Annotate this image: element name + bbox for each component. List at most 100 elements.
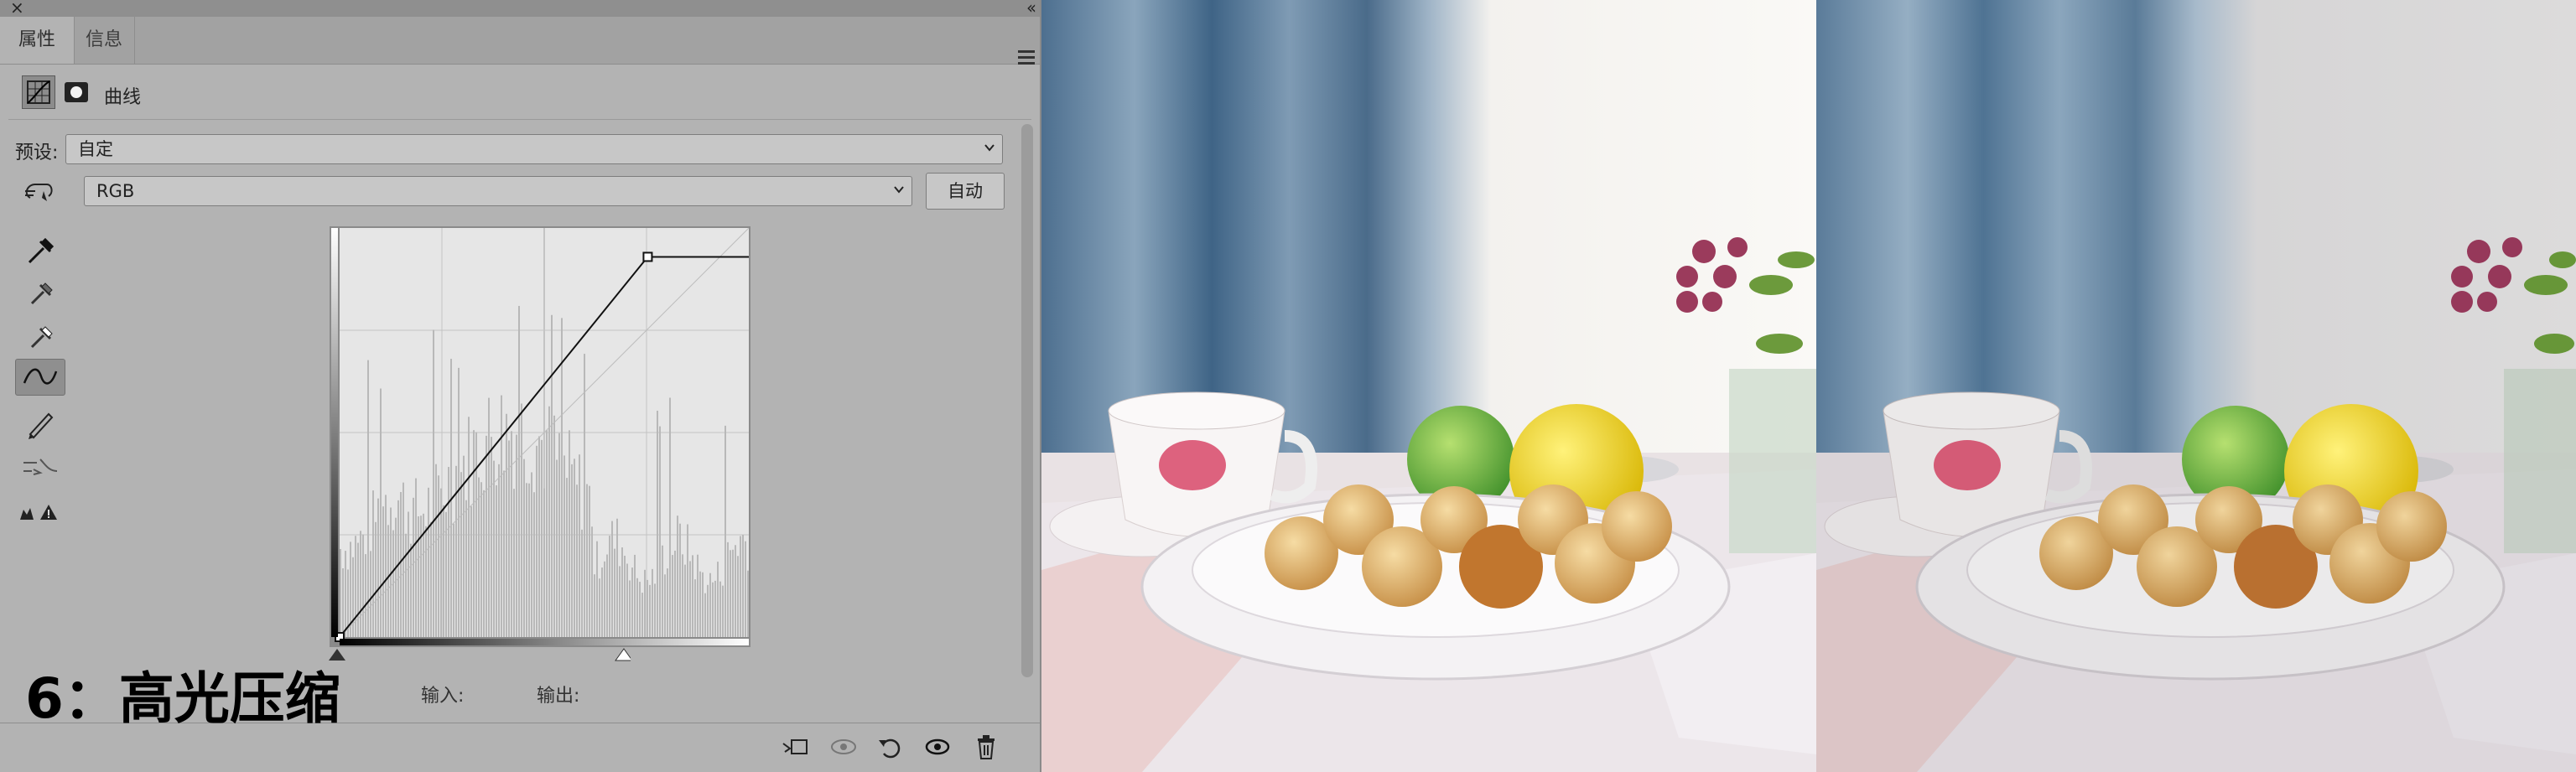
histogram-bar <box>553 415 555 637</box>
histogram-bar <box>400 491 402 637</box>
view-previous-icon[interactable] <box>828 732 859 762</box>
histogram-bar <box>516 434 517 637</box>
panel-scrollbar[interactable] <box>1021 124 1033 677</box>
draw-curve-icon[interactable] <box>15 404 65 441</box>
chevron-down-icon <box>984 144 995 152</box>
panel-menu-icon[interactable] <box>1018 50 1035 68</box>
histogram-bar <box>730 550 731 637</box>
clipping-warning-icon[interactable] <box>15 491 65 528</box>
histogram-bar <box>647 579 648 637</box>
histogram-bar <box>508 440 510 637</box>
histogram-bar <box>413 497 414 637</box>
histogram-bar <box>719 581 721 637</box>
histogram-bar <box>702 572 704 637</box>
histogram-bar <box>672 555 673 637</box>
curves-graph[interactable] <box>330 226 750 647</box>
histogram-bar <box>599 578 600 637</box>
histogram-bar <box>491 437 492 637</box>
histogram-bar <box>629 580 631 637</box>
histogram-bar <box>556 459 558 637</box>
histogram-bar <box>533 492 535 637</box>
mask-icon[interactable] <box>64 80 89 104</box>
histogram-bar <box>453 523 454 637</box>
tab-info[interactable]: 信息 <box>74 17 135 64</box>
close-icon[interactable]: × <box>10 0 24 18</box>
histogram-bar <box>443 505 444 637</box>
on-image-adjust-icon[interactable] <box>18 174 69 211</box>
histogram-bar <box>498 464 500 637</box>
black-point-eyedropper-icon[interactable] <box>15 230 65 267</box>
white-input-slider[interactable] <box>615 648 631 661</box>
histogram-bar <box>433 329 434 637</box>
histogram-bar <box>596 541 598 637</box>
histogram-bar <box>732 549 734 637</box>
white-point-eyedropper-icon[interactable] <box>15 317 65 354</box>
histogram-bar <box>345 551 346 637</box>
histogram-bar <box>641 593 643 637</box>
output-label: 输出: <box>537 686 580 707</box>
preset-select[interactable]: 自定 <box>65 134 1003 164</box>
tab-properties[interactable]: 属性 <box>0 17 75 64</box>
histogram-bar <box>496 484 497 637</box>
channel-select[interactable]: RGB <box>84 176 912 206</box>
histogram-bar <box>551 314 553 637</box>
histogram-bar <box>528 483 530 637</box>
histogram-bar <box>548 406 550 637</box>
histogram-bar <box>357 542 359 637</box>
preset-label: 预设: <box>15 142 59 163</box>
histogram-bar <box>340 548 341 637</box>
histogram-bar <box>689 561 691 637</box>
histogram-bar <box>589 485 590 637</box>
histogram-bar <box>609 536 610 637</box>
histogram-bar <box>475 432 477 637</box>
edit-points-icon[interactable] <box>15 359 65 396</box>
visibility-icon[interactable] <box>922 732 953 762</box>
histogram-bar <box>460 472 462 637</box>
histogram-bar <box>697 554 699 637</box>
histogram-bar <box>521 403 522 637</box>
histogram-bar <box>644 569 646 637</box>
histogram-bar <box>478 477 480 637</box>
gray-point-eyedropper-icon[interactable] <box>15 273 65 310</box>
reset-icon[interactable] <box>875 732 906 762</box>
histogram-bar <box>604 561 605 637</box>
histogram-bar <box>342 567 344 637</box>
histogram-bar <box>360 531 361 637</box>
histogram-bar <box>420 516 422 637</box>
histogram-bar <box>531 472 532 637</box>
histogram-bar <box>606 554 608 637</box>
histogram-bar <box>438 475 439 637</box>
input-sliders[interactable] <box>329 645 631 667</box>
histogram-bar <box>704 593 706 637</box>
histogram-bar <box>370 551 371 637</box>
histogram-bar <box>664 574 666 637</box>
histogram-bar <box>352 557 354 637</box>
histogram-bar <box>712 582 714 637</box>
delete-icon[interactable] <box>971 732 1001 762</box>
histogram-bar <box>486 435 487 637</box>
histogram-bar <box>576 484 578 637</box>
clip-to-layer-icon[interactable] <box>780 732 810 762</box>
curve-control-point[interactable] <box>642 251 653 262</box>
histogram-bar <box>365 554 366 637</box>
histogram-bar <box>679 523 681 637</box>
histogram-bar <box>631 567 633 637</box>
histogram-bar <box>473 430 475 637</box>
histogram-bar <box>624 556 626 637</box>
panel-tab-bar: 属性 信息 <box>0 17 1040 68</box>
auto-button[interactable]: 自动 <box>926 173 1005 210</box>
histogram-bar <box>747 570 749 637</box>
collapse-icon[interactable]: ‹‹ <box>1026 0 1036 18</box>
histogram-bar <box>408 511 409 637</box>
histogram-bar <box>541 439 543 637</box>
histogram-bar <box>586 484 588 637</box>
input-label: 输入: <box>421 686 465 707</box>
histogram-bar <box>501 395 502 637</box>
histogram-bar <box>694 579 696 637</box>
curves-adjustment-icon[interactable] <box>22 75 55 109</box>
smooth-icon[interactable] <box>15 448 65 484</box>
histogram-bar <box>480 482 482 637</box>
histogram-bar <box>546 430 548 637</box>
histogram-bar <box>616 518 618 637</box>
histogram-bar <box>724 425 726 637</box>
